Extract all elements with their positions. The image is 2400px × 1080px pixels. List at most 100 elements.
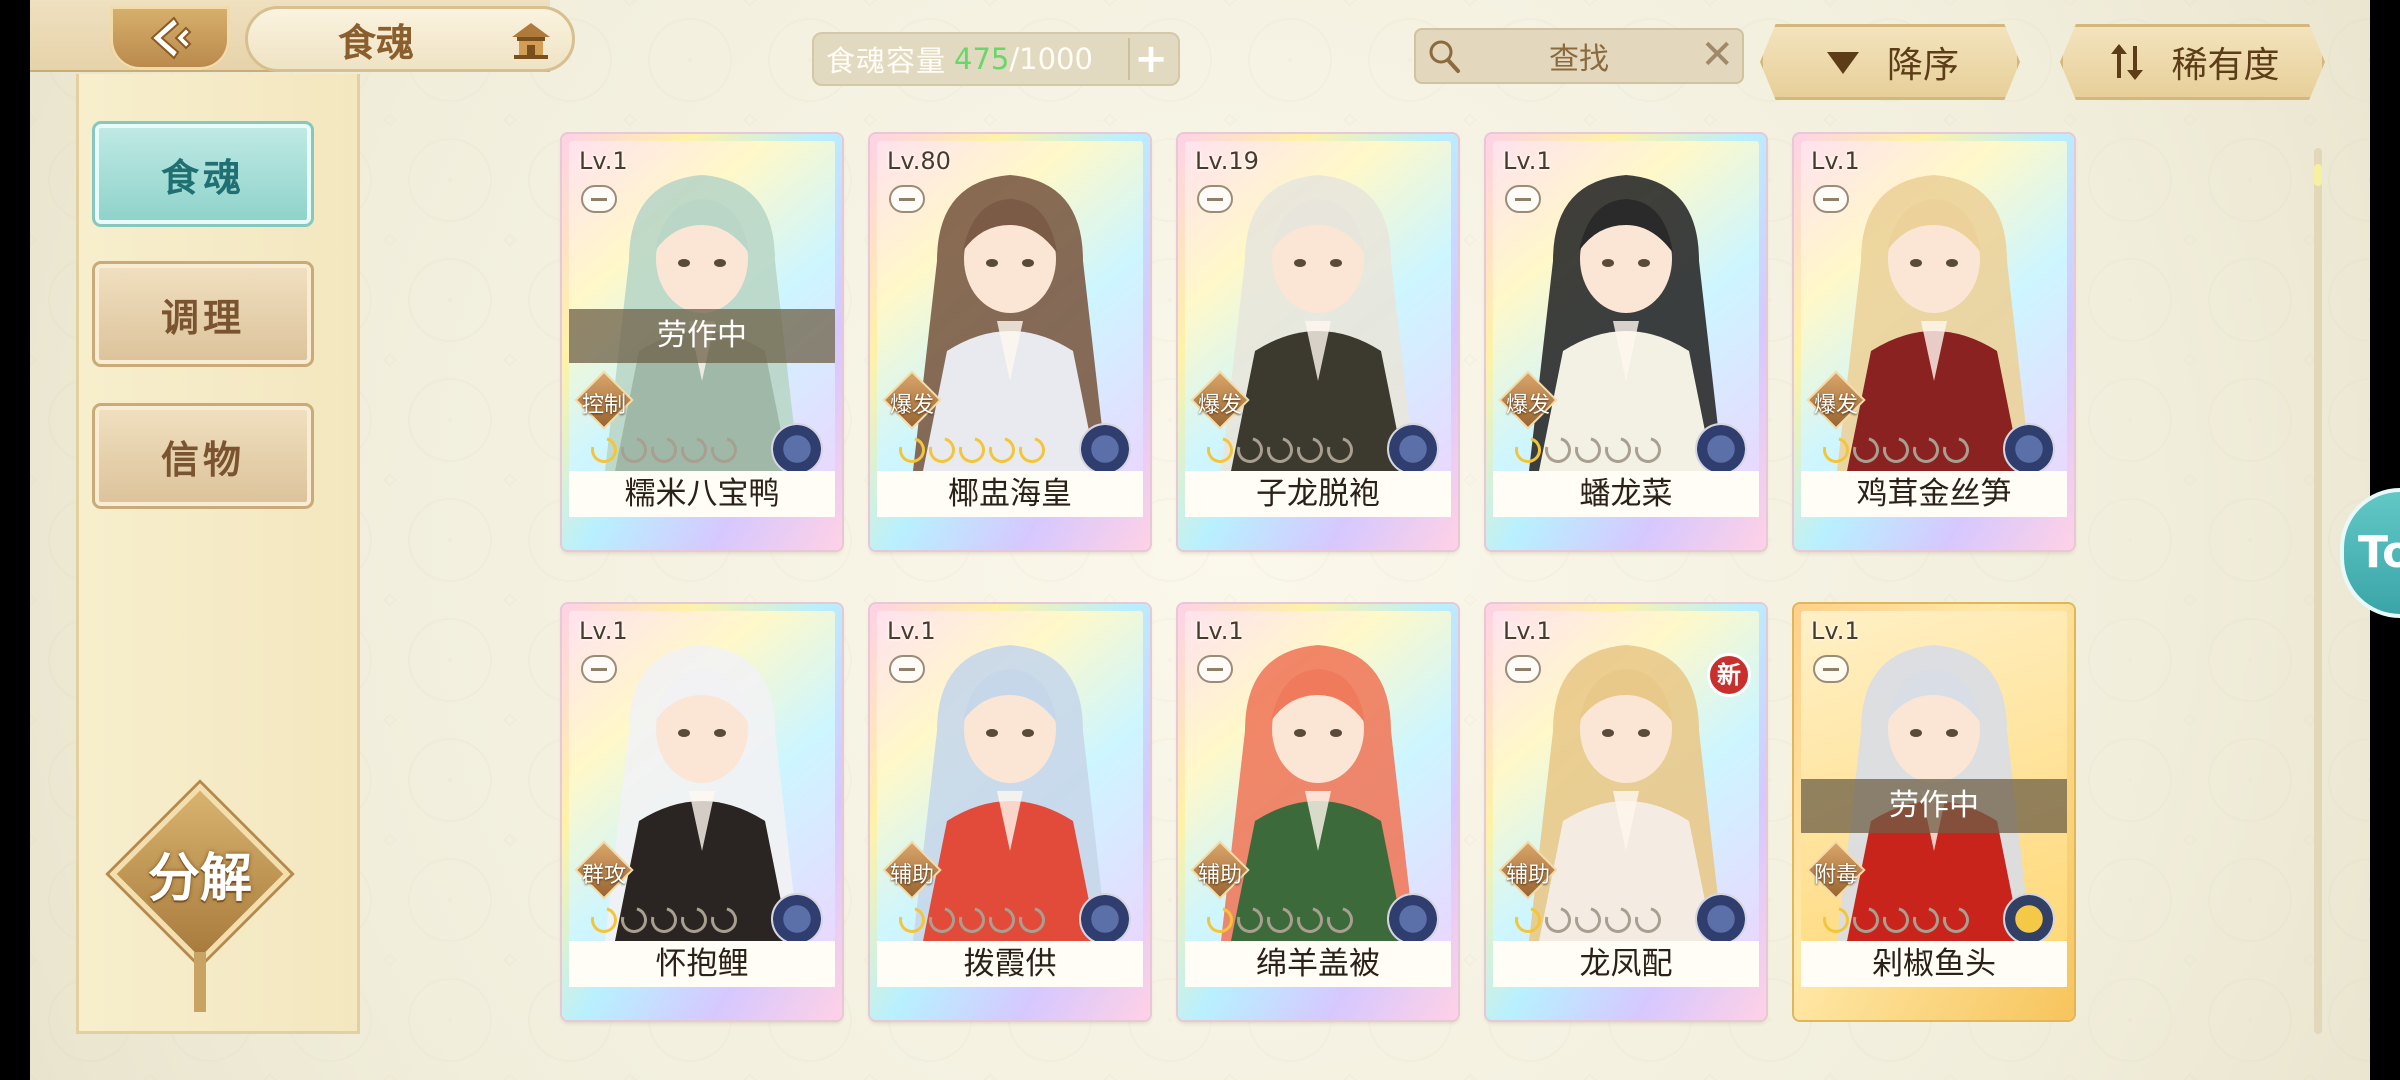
star-icon bbox=[1292, 902, 1328, 938]
lock-toggle-icon[interactable] bbox=[1197, 655, 1233, 683]
search-icon bbox=[1429, 40, 1460, 73]
lock-toggle-icon[interactable] bbox=[1197, 185, 1233, 213]
star-icon bbox=[1262, 902, 1298, 938]
element-flower-icon bbox=[1387, 893, 1439, 941]
sidebar-item-tokens[interactable]: 信物 bbox=[92, 403, 314, 509]
star-rating bbox=[894, 902, 1050, 938]
lock-toggle-icon[interactable] bbox=[1505, 655, 1541, 683]
star-rating bbox=[586, 432, 742, 468]
add-capacity-button[interactable]: + bbox=[1128, 36, 1172, 82]
star-icon bbox=[706, 902, 742, 938]
star-icon bbox=[1818, 902, 1854, 938]
back-button[interactable] bbox=[110, 6, 230, 70]
star-icon bbox=[1600, 432, 1636, 468]
star-icon bbox=[1262, 432, 1298, 468]
star-icon bbox=[1510, 902, 1546, 938]
star-icon bbox=[1292, 432, 1328, 468]
sort-key-button[interactable]: 稀有度 bbox=[2060, 24, 2325, 100]
star-icon bbox=[1848, 902, 1884, 938]
character-portrait: Lv.1 群攻 bbox=[569, 611, 835, 941]
star-icon bbox=[676, 432, 712, 468]
decompose-label: 分解 bbox=[147, 848, 252, 909]
star-rating bbox=[1818, 902, 1974, 938]
star-icon bbox=[1322, 902, 1358, 938]
food-soul-card[interactable]: Lv.19 爆发 子龙脱袍 bbox=[1178, 134, 1458, 550]
lock-toggle-icon[interactable] bbox=[581, 185, 617, 213]
food-soul-card[interactable]: Lv.1 辅助 拨霞供 bbox=[870, 604, 1150, 1020]
character-portrait: Lv.1 新辅助 bbox=[1493, 611, 1759, 941]
role-text: 辅助 bbox=[1505, 863, 1550, 888]
card-name: 剁椒鱼头 bbox=[1801, 941, 2067, 987]
scrollbar-thumb[interactable] bbox=[2314, 164, 2322, 186]
level-text: Lv.19 bbox=[1195, 147, 1259, 175]
card-name: 拨霞供 bbox=[877, 941, 1143, 987]
role-badge: 辅助 bbox=[879, 839, 943, 903]
character-portrait: Lv.80 爆发 bbox=[877, 141, 1143, 471]
star-icon bbox=[1202, 902, 1238, 938]
star-icon bbox=[1908, 902, 1944, 938]
star-icon bbox=[1938, 432, 1974, 468]
role-text: 爆发 bbox=[1197, 393, 1242, 418]
role-badge: 爆发 bbox=[879, 369, 943, 433]
sidebar-item-food-souls[interactable]: 食魂 bbox=[92, 121, 314, 227]
lock-toggle-icon[interactable] bbox=[1813, 655, 1849, 683]
decompose-button[interactable]: 分解 bbox=[109, 783, 291, 1012]
element-flower-icon bbox=[1079, 423, 1131, 471]
capacity-display: 食魂容量 475 /1000 + bbox=[812, 32, 1180, 86]
character-portrait: Lv.19 爆发 bbox=[1185, 141, 1451, 471]
star-icon bbox=[616, 432, 652, 468]
food-soul-card[interactable]: Lv.1 劳作中 附毒 剁椒鱼头 bbox=[1794, 604, 2074, 1020]
side-tab-label: To bbox=[2358, 527, 2400, 578]
card-name: 鸡茸金丝笋 bbox=[1801, 471, 2067, 517]
sort-order-button[interactable]: 降序 bbox=[1760, 24, 2020, 100]
star-icon bbox=[586, 902, 622, 938]
food-soul-card[interactable]: Lv.1 爆发 鸡茸金丝笋 bbox=[1794, 134, 2074, 550]
home-pavilion-icon[interactable] bbox=[508, 19, 554, 61]
working-status-banner: 劳作中 bbox=[569, 309, 835, 363]
food-soul-card[interactable]: Lv.80 爆发 椰盅海皇 bbox=[870, 134, 1150, 550]
game-screen: 食魂 食魂容量 475 /1000 + 查找 ✕ 降序 稀有度 食魂 调理 信物… bbox=[30, 0, 2370, 1080]
food-soul-card[interactable]: Lv.1 新辅助 龙凤配 bbox=[1486, 604, 1766, 1020]
star-icon bbox=[1014, 432, 1050, 468]
star-icon bbox=[954, 902, 990, 938]
star-icon bbox=[1848, 432, 1884, 468]
food-soul-card[interactable]: Lv.1 辅助 绵羊盖被 bbox=[1178, 604, 1458, 1020]
star-icon bbox=[894, 432, 930, 468]
card-name: 蟠龙菜 bbox=[1493, 471, 1759, 517]
element-flower-icon bbox=[771, 423, 823, 471]
search-text: 查找 bbox=[1549, 42, 1609, 77]
star-icon bbox=[984, 432, 1020, 468]
star-icon bbox=[1202, 432, 1238, 468]
star-rating bbox=[1202, 432, 1358, 468]
lock-toggle-icon[interactable] bbox=[1505, 185, 1541, 213]
back-arrow-icon bbox=[150, 16, 192, 60]
star-icon bbox=[1938, 902, 1974, 938]
element-flower-icon bbox=[1695, 893, 1747, 941]
star-icon bbox=[1908, 432, 1944, 468]
star-icon bbox=[894, 902, 930, 938]
lock-toggle-icon[interactable] bbox=[889, 185, 925, 213]
food-soul-card[interactable]: Lv.1 劳作中 控制 糯米八宝鸭 bbox=[562, 134, 842, 550]
lock-toggle-icon[interactable] bbox=[889, 655, 925, 683]
sort-arrows-icon bbox=[2111, 44, 2144, 80]
card-name: 椰盅海皇 bbox=[877, 471, 1143, 517]
food-soul-card[interactable]: Lv.1 爆发 蟠龙菜 bbox=[1486, 134, 1766, 550]
food-soul-card[interactable]: Lv.1 群攻 怀抱鲤 bbox=[562, 604, 842, 1020]
star-icon bbox=[1818, 432, 1854, 468]
card-name: 龙凤配 bbox=[1493, 941, 1759, 987]
star-icon bbox=[616, 902, 652, 938]
card-name: 糯米八宝鸭 bbox=[569, 471, 835, 517]
clear-search-button[interactable]: ✕ bbox=[1700, 32, 1734, 78]
card-name: 怀抱鲤 bbox=[569, 941, 835, 987]
lock-toggle-icon[interactable] bbox=[581, 655, 617, 683]
lock-toggle-icon[interactable] bbox=[1813, 185, 1849, 213]
star-icon bbox=[1014, 902, 1050, 938]
star-icon bbox=[706, 432, 742, 468]
sort-order-label: 降序 bbox=[1886, 45, 1959, 86]
sort-key-label: 稀有度 bbox=[2171, 45, 2280, 86]
sidebar-item-conditioning[interactable]: 调理 bbox=[92, 261, 314, 367]
search-input[interactable]: 查找 ✕ bbox=[1414, 28, 1744, 84]
star-icon bbox=[1630, 902, 1666, 938]
scrollbar-track[interactable] bbox=[2314, 148, 2322, 1034]
role-text: 附毒 bbox=[1813, 863, 1858, 888]
